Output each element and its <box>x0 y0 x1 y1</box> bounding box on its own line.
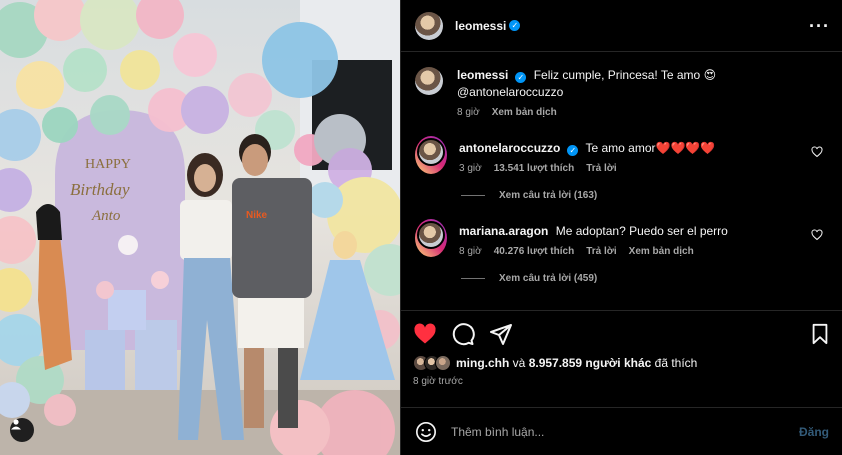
bookmark-icon[interactable] <box>809 323 831 345</box>
likes-summary: ming.chh và 8.957.859 người khác đã thíc… <box>413 355 831 371</box>
photo-illustration: HAPPY Birthday Anto Nike <box>0 0 400 455</box>
likes-suffix: đã thích <box>651 356 698 370</box>
divider <box>461 278 485 279</box>
comment-panel: leomessi ✓ ··· leomessi ✓ Feliz cumple, P… <box>400 0 842 455</box>
comment-item: mariana.aragon Me adoptan? Puedo ser el … <box>415 219 829 257</box>
avatar <box>417 138 445 166</box>
comment-time[interactable]: 8 giờ <box>459 246 482 257</box>
view-replies-label: Xem câu trả lời (459) <box>499 273 598 284</box>
post-header: leomessi ✓ ··· <box>401 0 842 52</box>
comment-item: antonelaroccuzzo ✓ Te amo amor❤️❤️❤️❤️ 3 … <box>415 136 829 174</box>
post-actions: ming.chh và 8.957.859 người khác đã thíc… <box>401 310 842 387</box>
caption-time[interactable]: 8 giờ <box>457 107 480 118</box>
comment-translate-link[interactable]: Xem bản dịch <box>629 246 694 257</box>
comment-text: Me adoptan? Puedo ser el perro <box>555 224 728 238</box>
likes-others-button[interactable]: 8.957.859 người khác <box>529 356 652 370</box>
comment-input[interactable] <box>451 424 799 439</box>
share-icon[interactable] <box>489 322 513 346</box>
verified-badge-icon: ✓ <box>509 20 521 31</box>
comment-like-count[interactable]: 40.276 lượt thích <box>494 246 575 257</box>
banner-text-birthday: Birthday <box>70 180 130 199</box>
avatar <box>435 355 451 371</box>
comment-username[interactable]: mariana.aragon <box>459 224 548 238</box>
banner-text-name: Anto <box>91 208 121 224</box>
likes-connector: và <box>509 356 529 370</box>
avatar[interactable] <box>415 11 443 40</box>
comment-text: Te amo amor❤️❤️❤️❤️ <box>585 141 716 155</box>
smiley-icon[interactable] <box>415 421 437 443</box>
avatar[interactable] <box>415 67 443 95</box>
comment-like-heart-icon[interactable] <box>811 146 823 158</box>
caption-item: leomessi ✓ Feliz cumple, Princesa! Te amo… <box>415 67 829 118</box>
verified-badge-icon: ✓ <box>515 72 527 83</box>
comment-time[interactable]: 3 giờ <box>459 163 482 174</box>
comment-icon[interactable] <box>451 322 475 346</box>
comment-username[interactable]: antonelaroccuzzo <box>459 141 560 155</box>
caption-username[interactable]: leomessi <box>457 68 508 82</box>
banner-text-happy: HAPPY <box>85 157 131 172</box>
user-icon <box>11 419 21 430</box>
verified-badge-icon: ✓ <box>567 145 579 156</box>
comment-reply-button[interactable]: Trả lời <box>586 163 616 174</box>
heart-filled-icon[interactable] <box>413 322 437 346</box>
more-horizontal-icon[interactable]: ··· <box>809 17 830 35</box>
comment-like-count[interactable]: 13.541 lượt thích <box>494 163 575 174</box>
shirt-text: Nike <box>246 210 268 221</box>
view-replies-label: Xem câu trả lời (163) <box>499 190 598 201</box>
tagged-users-button[interactable] <box>10 418 34 442</box>
add-comment-bar: Đăng <box>401 407 842 455</box>
comment-like-heart-icon[interactable] <box>811 229 823 241</box>
view-replies-button[interactable]: Xem câu trả lời (163) <box>461 190 829 201</box>
post-photo[interactable]: HAPPY Birthday Anto Nike <box>0 0 400 455</box>
story-ring[interactable] <box>415 136 447 174</box>
post-comment-button[interactable]: Đăng <box>799 425 829 439</box>
caption-translate-link[interactable]: Xem bản dịch <box>492 107 557 118</box>
likes-first-user[interactable]: ming.chh <box>456 356 509 370</box>
view-replies-button[interactable]: Xem câu trả lời (459) <box>461 273 829 284</box>
comment-list: leomessi ✓ Feliz cumple, Princesa! Te amo… <box>401 53 842 310</box>
comment-reply-button[interactable]: Trả lời <box>586 246 616 257</box>
post-timestamp[interactable]: 8 giờ trước <box>413 376 831 387</box>
avatar <box>417 221 445 249</box>
divider <box>461 195 485 196</box>
header-username[interactable]: leomessi <box>455 19 506 33</box>
story-ring[interactable] <box>415 219 447 257</box>
